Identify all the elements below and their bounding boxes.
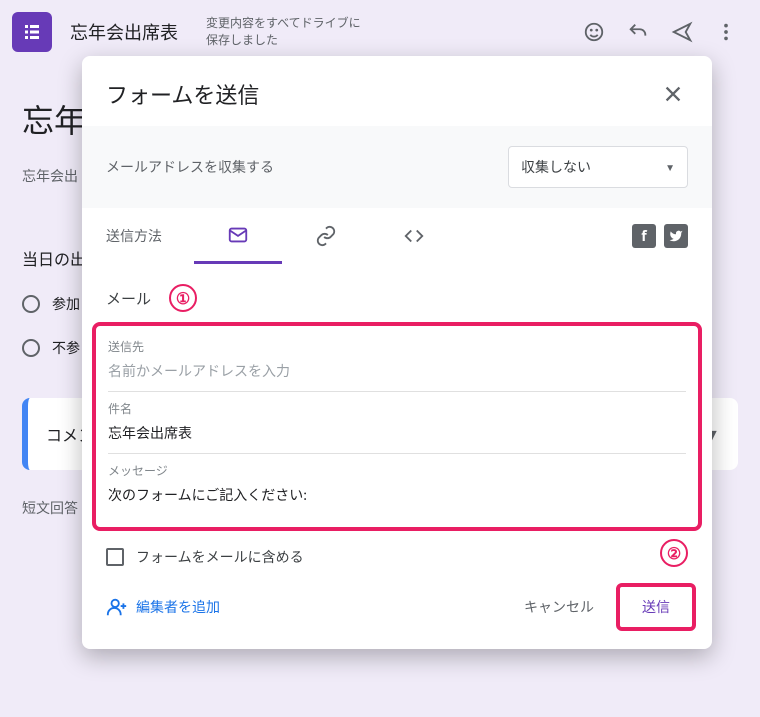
twitter-share-icon[interactable] xyxy=(664,224,688,248)
message-field[interactable]: メッセージ 次のフォームにご記入ください: xyxy=(108,454,686,515)
send-icon[interactable] xyxy=(660,10,704,54)
add-editor-button[interactable]: 編集者を追加 xyxy=(98,588,228,626)
facebook-share-icon[interactable]: f xyxy=(632,224,656,248)
annotation-2: ② xyxy=(660,539,688,567)
dialog-title: フォームを送信 xyxy=(106,78,259,110)
subject-field[interactable]: 件名 忘年会出席表 xyxy=(108,392,686,454)
to-field[interactable]: 送信先 名前かメールアドレスを入力 xyxy=(108,330,686,392)
to-input[interactable]: 名前かメールアドレスを入力 xyxy=(108,355,686,387)
send-method-tabs: 送信方法 f xyxy=(82,208,712,264)
message-input[interactable]: 次のフォームにご記入ください: xyxy=(108,479,686,511)
collect-emails-row: メールアドレスを収集する 収集しない ▼ xyxy=(82,126,712,208)
send-button[interactable]: 送信 xyxy=(620,587,692,627)
dialog-footer: ② 編集者を追加 キャンセル 送信 xyxy=(82,575,712,649)
mail-section-heading: メール xyxy=(106,288,151,309)
include-form-row[interactable]: フォームをメールに含める xyxy=(106,531,688,575)
send-button-highlight: 送信 xyxy=(616,583,696,631)
tab-email[interactable] xyxy=(194,208,282,264)
undo-icon[interactable] xyxy=(616,10,660,54)
forms-app-icon[interactable] xyxy=(12,12,52,52)
include-form-label: フォームをメールに含める xyxy=(136,547,304,567)
radio-icon xyxy=(22,295,40,313)
more-icon[interactable] xyxy=(704,10,748,54)
radio-icon xyxy=(22,339,40,357)
tab-link[interactable] xyxy=(282,208,370,264)
close-button[interactable] xyxy=(658,79,688,109)
collect-emails-select[interactable]: 収集しない ▼ xyxy=(508,146,688,188)
caret-down-icon: ▼ xyxy=(665,160,675,174)
cancel-button[interactable]: キャンセル xyxy=(508,587,610,627)
mail-form-highlight: 送信先 名前かメールアドレスを入力 件名 忘年会出席表 メッセージ 次のフォーム… xyxy=(92,322,702,531)
tab-embed[interactable] xyxy=(370,208,458,264)
send-form-dialog: フォームを送信 メールアドレスを収集する 収集しない ▼ 送信方法 f メール xyxy=(82,56,712,649)
to-label: 送信先 xyxy=(108,338,686,355)
include-form-checkbox[interactable] xyxy=(106,548,124,566)
annotation-1: ① xyxy=(169,284,197,312)
tabs-label: 送信方法 xyxy=(106,226,162,246)
form-title[interactable]: 忘年会出席表 xyxy=(70,19,178,45)
theme-icon[interactable] xyxy=(572,10,616,54)
app-topbar: 忘年会出席表 変更内容をすべてドライブに 保存しました xyxy=(0,0,760,64)
subject-input[interactable]: 忘年会出席表 xyxy=(108,417,686,449)
subject-label: 件名 xyxy=(108,400,686,417)
message-label: メッセージ xyxy=(108,462,686,479)
save-status: 変更内容をすべてドライブに 保存しました xyxy=(206,15,361,49)
collect-emails-label: メールアドレスを収集する xyxy=(106,157,274,177)
